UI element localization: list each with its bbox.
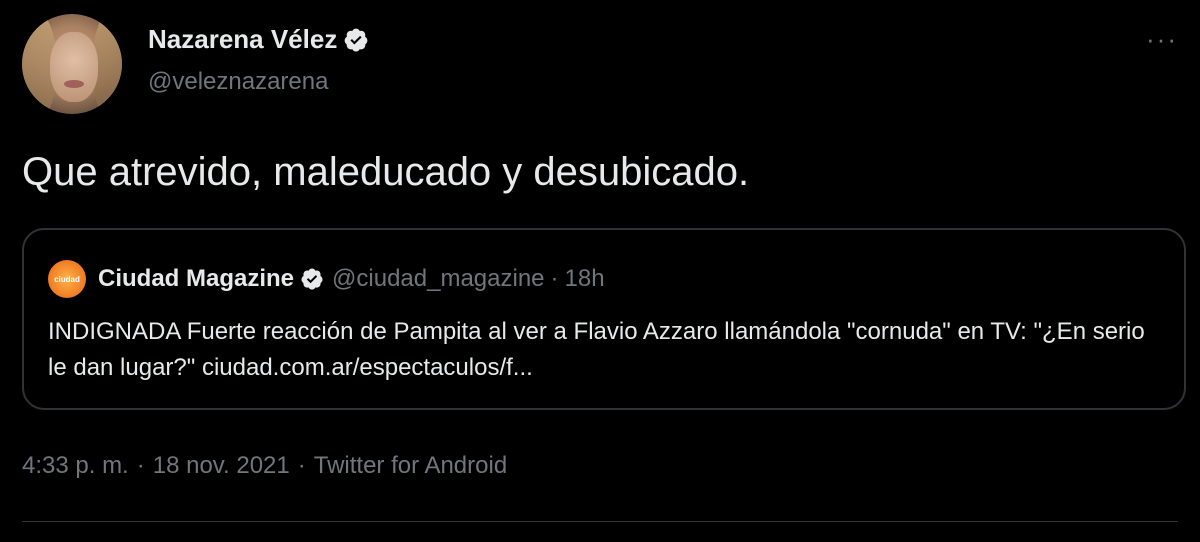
quoted-timestamp[interactable]: 18h	[565, 265, 605, 293]
quoted-tweet-card[interactable]: ciudad Ciudad Magazine @ciudad_magazine …	[22, 228, 1186, 410]
verified-badge-icon	[344, 28, 368, 51]
tweet-source[interactable]: Twitter for Android	[314, 452, 507, 480]
quoted-separator: ·	[550, 265, 559, 292]
meta-separator: ·	[297, 452, 306, 479]
quoted-author-avatar[interactable]: ciudad	[48, 260, 86, 298]
quoted-tweet-text: INDIGNADA Fuerte reacción de Pampita al …	[48, 318, 1145, 381]
more-options-icon[interactable]: ···	[1146, 24, 1178, 55]
quoted-handle[interactable]: @ciudad_magazine	[332, 265, 545, 293]
divider	[22, 521, 1178, 522]
tweet-time[interactable]: 4:33 p. m.	[22, 452, 129, 480]
tweet-metadata: 4:33 p. m. · 18 nov. 2021 · Twitter for …	[22, 452, 515, 480]
quoted-verified-badge-icon	[301, 268, 323, 290]
quoted-avatar-logo-text: ciudad	[54, 274, 80, 284]
author-display-name[interactable]: Nazarena Vélez	[148, 24, 337, 55]
author-name-row: Nazarena Vélez	[148, 24, 369, 55]
author-handle[interactable]: @veleznazarena	[148, 68, 328, 96]
tweet-date[interactable]: 18 nov. 2021	[153, 452, 290, 480]
quoted-tweet-header: ciudad Ciudad Magazine @ciudad_magazine …	[48, 260, 605, 298]
tweet-text: Que atrevido, maleducado y desubicado.	[22, 150, 750, 194]
quoted-display-name[interactable]: Ciudad Magazine	[98, 265, 294, 293]
meta-separator: ·	[136, 452, 145, 479]
author-avatar[interactable]	[22, 14, 122, 114]
